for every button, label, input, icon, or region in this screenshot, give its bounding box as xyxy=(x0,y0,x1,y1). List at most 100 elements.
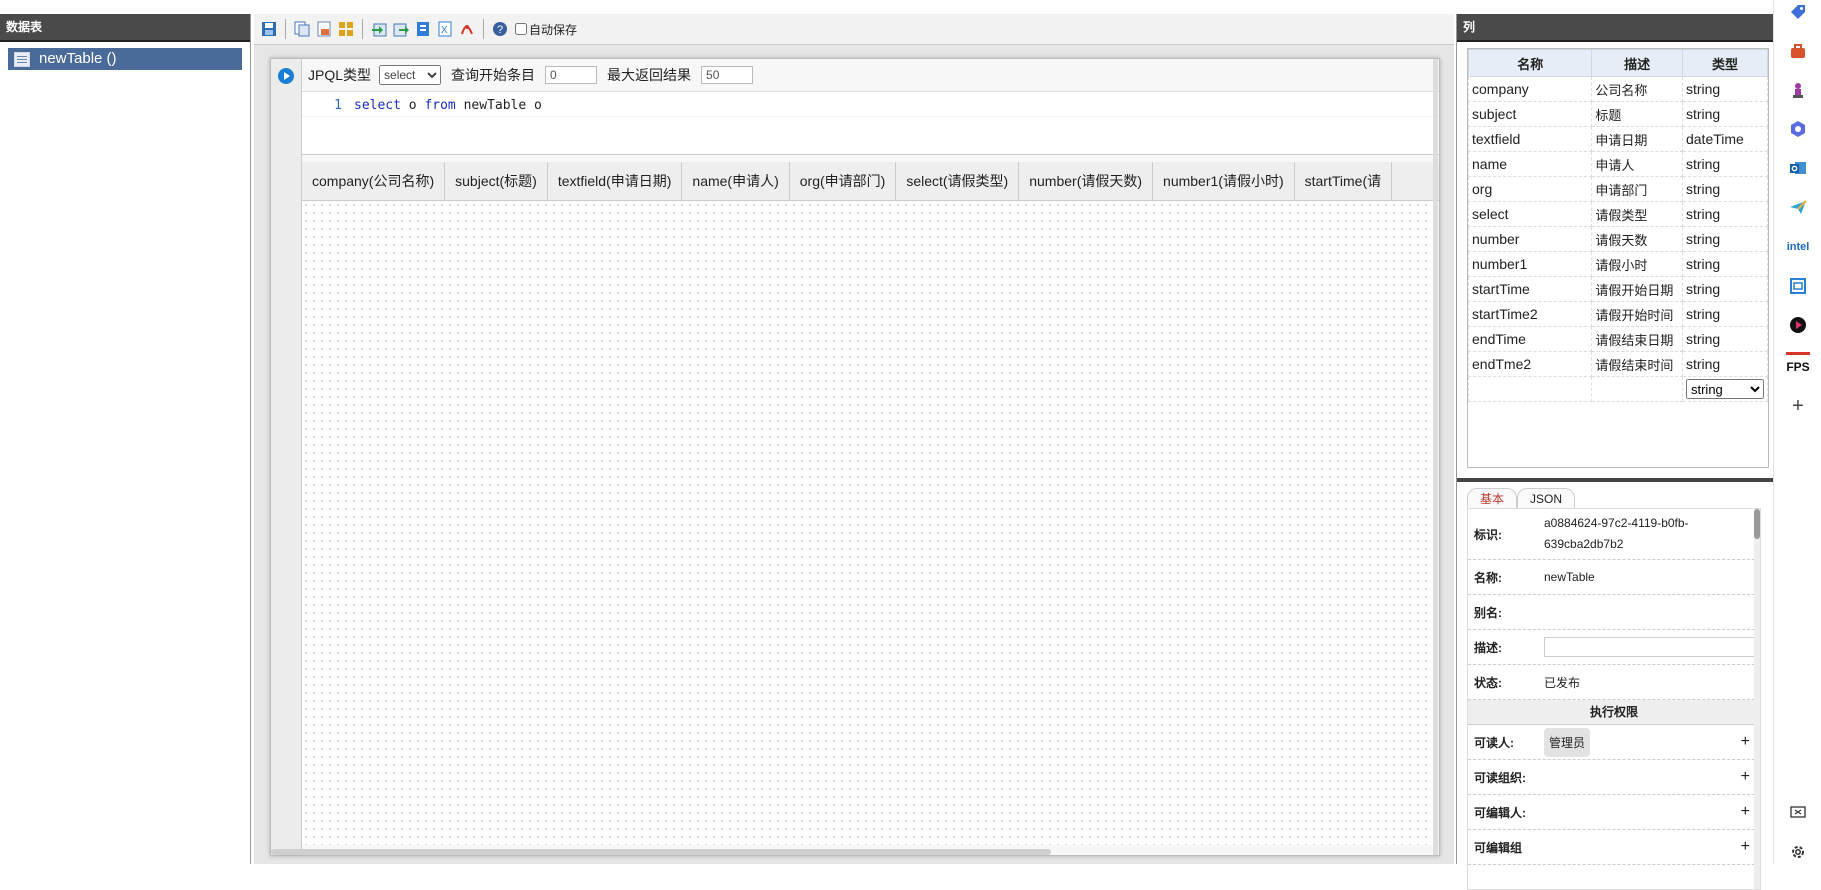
column-row[interactable]: textfield 申请日期 dateTime xyxy=(1468,126,1768,152)
panel-divider[interactable] xyxy=(1457,478,1773,482)
column-name-cell[interactable]: textfield xyxy=(1468,126,1593,152)
column-row[interactable]: startTime2 请假开始时间 string xyxy=(1468,301,1768,327)
toolbox-icon[interactable] xyxy=(1786,39,1810,62)
column-row[interactable]: org 申请部门 string xyxy=(1468,176,1768,202)
column-type-cell[interactable]: string xyxy=(1681,351,1768,377)
prop-desc-input[interactable] xyxy=(1544,637,1760,657)
prop-name-value[interactable]: newTable xyxy=(1544,570,1760,584)
column-name-cell[interactable]: org xyxy=(1468,176,1593,202)
intel-icon[interactable]: intel xyxy=(1786,235,1810,258)
new-column-type-cell[interactable]: string xyxy=(1681,376,1768,402)
column-desc-cell[interactable]: 申请日期 xyxy=(1591,126,1683,152)
copilot-icon[interactable] xyxy=(1786,117,1810,140)
autosave-toggle[interactable]: 自动保存 xyxy=(515,21,577,38)
column-type-cell[interactable]: string xyxy=(1681,326,1768,352)
add-reader-icon[interactable]: + xyxy=(1741,733,1750,751)
column-desc-cell[interactable]: 申请部门 xyxy=(1591,176,1683,202)
column-name-cell[interactable]: name xyxy=(1468,151,1593,177)
column-row[interactable]: select 请假类型 string xyxy=(1468,201,1768,227)
column-row[interactable]: company 公司名称 string xyxy=(1468,76,1768,102)
column-desc-cell[interactable]: 标题 xyxy=(1591,101,1683,127)
tab-json[interactable]: JSON xyxy=(1517,488,1576,508)
add-read-org-icon[interactable]: + xyxy=(1741,768,1750,786)
column-desc-cell[interactable]: 请假开始时间 xyxy=(1591,301,1683,327)
column-name-cell[interactable]: startTime2 xyxy=(1468,301,1593,327)
new-column-row[interactable]: string xyxy=(1468,376,1768,402)
column-name-cell[interactable]: endTme2 xyxy=(1468,351,1593,377)
pdf-icon[interactable] xyxy=(458,20,476,38)
column-type-cell[interactable]: string xyxy=(1681,76,1768,102)
column-type-cell[interactable]: string xyxy=(1681,251,1768,277)
save-icon[interactable] xyxy=(260,20,278,38)
column-type-cell[interactable]: string xyxy=(1681,151,1768,177)
result-column-header[interactable]: org(申请部门) xyxy=(790,162,897,200)
column-desc-cell[interactable]: 请假结束日期 xyxy=(1591,326,1683,352)
screen-cast-icon[interactable] xyxy=(1786,802,1810,825)
column-type-cell[interactable]: string xyxy=(1681,201,1768,227)
export-icon[interactable] xyxy=(392,20,410,38)
column-type-cell[interactable]: string xyxy=(1681,176,1768,202)
help-icon[interactable]: ? xyxy=(491,20,509,38)
tree-item-newtable[interactable]: newTable () xyxy=(8,48,242,70)
autosave-checkbox[interactable] xyxy=(515,23,527,35)
add-editor-icon[interactable]: + xyxy=(1741,803,1750,821)
result-column-header[interactable]: startTime(请 xyxy=(1295,162,1393,200)
excel-icon[interactable]: X xyxy=(436,20,454,38)
column-desc-cell[interactable]: 请假小时 xyxy=(1591,251,1683,277)
window-icon[interactable] xyxy=(1786,274,1810,297)
column-type-cell[interactable]: string xyxy=(1681,301,1768,327)
jpql-type-select[interactable]: select xyxy=(379,65,442,85)
paste-icon[interactable] xyxy=(315,20,333,38)
column-type-cell[interactable]: string xyxy=(1681,276,1768,302)
column-row[interactable]: name 申请人 string xyxy=(1468,151,1768,177)
run-query-button[interactable] xyxy=(278,68,294,84)
result-column-header[interactable]: number(请假天数) xyxy=(1019,162,1154,200)
tag-icon[interactable] xyxy=(1786,0,1810,23)
column-desc-cell[interactable]: 申请人 xyxy=(1591,151,1683,177)
column-desc-cell[interactable]: 请假天数 xyxy=(1591,226,1683,252)
column-name-cell[interactable]: select xyxy=(1468,201,1593,227)
outlook-icon[interactable] xyxy=(1786,157,1810,180)
chess-icon[interactable] xyxy=(1786,78,1810,101)
doc-icon[interactable] xyxy=(414,20,432,38)
column-name-cell[interactable]: number xyxy=(1468,226,1593,252)
tab-basic[interactable]: 基本 xyxy=(1467,488,1518,508)
column-row[interactable]: endTme2 请假结束时间 string xyxy=(1468,351,1768,377)
max-results-input[interactable] xyxy=(701,66,754,84)
column-name-cell[interactable]: subject xyxy=(1468,101,1593,127)
result-column-header[interactable]: subject(标题) xyxy=(445,162,548,200)
add-icon[interactable]: + xyxy=(1786,395,1810,418)
column-type-cell[interactable]: string xyxy=(1681,101,1768,127)
reader-chip[interactable]: 管理员 xyxy=(1544,727,1591,757)
column-name-cell[interactable]: number1 xyxy=(1468,251,1593,277)
result-column-header[interactable]: select(请假类型) xyxy=(896,162,1020,200)
vertical-scrollbar[interactable] xyxy=(1433,59,1438,855)
new-column-desc-cell[interactable] xyxy=(1591,376,1683,402)
column-type-cell[interactable]: string xyxy=(1681,226,1768,252)
settings-icon[interactable] xyxy=(1786,841,1810,864)
start-index-input[interactable] xyxy=(545,66,598,84)
result-column-header[interactable]: number1(请假小时) xyxy=(1153,162,1295,200)
result-column-header[interactable]: company(公司名称) xyxy=(302,162,446,200)
copy-icon[interactable] xyxy=(293,20,311,38)
add-edit-org-icon[interactable]: + xyxy=(1741,838,1750,856)
column-desc-cell[interactable]: 请假类型 xyxy=(1591,201,1683,227)
result-column-header[interactable]: textfield(申请日期) xyxy=(548,162,683,200)
column-row[interactable]: number1 请假小时 string xyxy=(1468,251,1768,277)
column-name-cell[interactable]: company xyxy=(1468,76,1593,102)
column-row[interactable]: subject 标题 string xyxy=(1468,101,1768,127)
play-icon[interactable] xyxy=(1786,313,1810,336)
result-column-header[interactable]: name(申请人) xyxy=(682,162,790,200)
property-scrollbar[interactable] xyxy=(1754,509,1760,889)
grid-icon[interactable] xyxy=(337,20,355,38)
new-column-name-cell[interactable] xyxy=(1468,376,1593,402)
paper-plane-icon[interactable] xyxy=(1786,196,1810,219)
column-name-cell[interactable]: startTime xyxy=(1468,276,1593,302)
horizontal-scrollbar[interactable] xyxy=(271,849,1051,855)
column-desc-cell[interactable]: 请假开始日期 xyxy=(1591,276,1683,302)
code-editor[interactable]: 1 select o from newTable o xyxy=(302,92,1439,155)
column-type-cell[interactable]: dateTime xyxy=(1681,126,1768,152)
import-icon[interactable] xyxy=(370,20,388,38)
column-desc-cell[interactable]: 请假结束时间 xyxy=(1591,351,1683,377)
column-name-cell[interactable]: endTime xyxy=(1468,326,1593,352)
